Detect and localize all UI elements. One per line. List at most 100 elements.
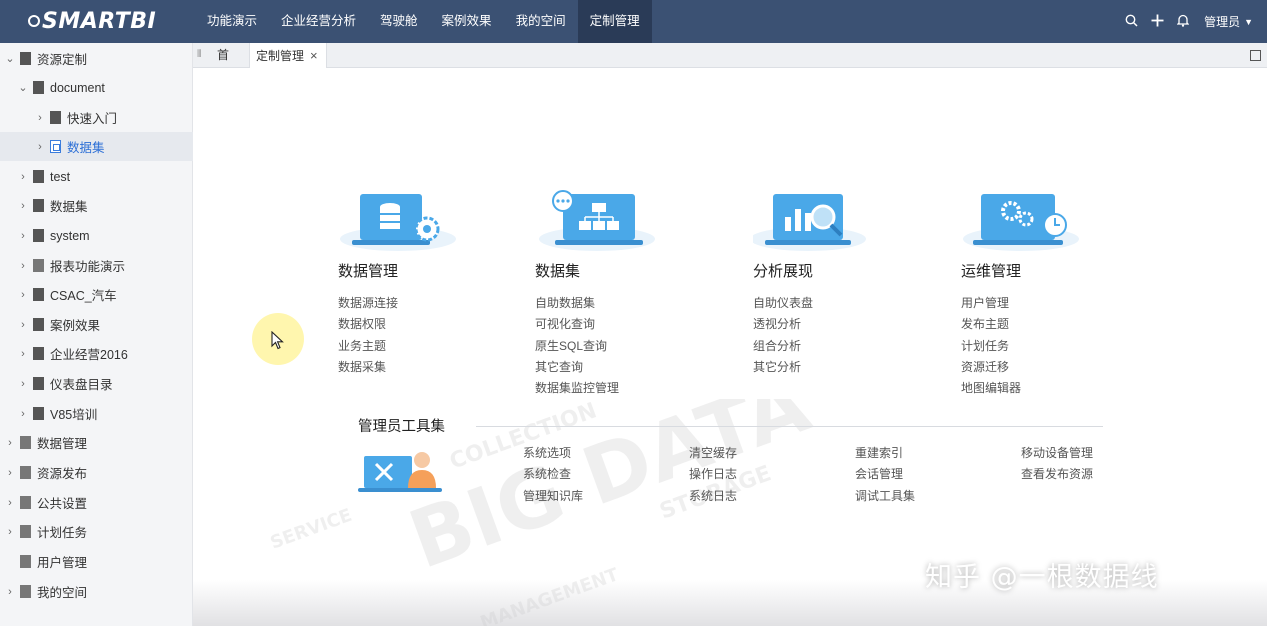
nav-item-feature-demo[interactable]: 功能演示: [195, 0, 269, 43]
logo-text: SMARTBI: [42, 8, 157, 34]
chevron-right-icon[interactable]: ›: [4, 467, 16, 479]
svg-text:SERVICE: SERVICE: [268, 505, 355, 554]
link-knowledge-base[interactable]: 管理知识库: [523, 486, 673, 507]
link-business-topic[interactable]: 业务主题: [338, 336, 478, 357]
tree-item-dataset[interactable]: › 数据集: [0, 191, 193, 220]
tree-item-label: 公共设置: [37, 497, 88, 511]
tree-item-business-2016[interactable]: › 企业经营2016: [0, 339, 193, 368]
nav-item-business-analysis[interactable]: 企业经营分析: [269, 0, 368, 43]
chevron-right-icon[interactable]: ›: [4, 497, 16, 509]
tree-item-label: 资源定制: [37, 53, 88, 67]
chevron-right-icon[interactable]: ›: [17, 408, 29, 420]
logo-mark-icon: [28, 15, 40, 27]
link-system-log[interactable]: 系统日志: [689, 486, 839, 507]
add-icon[interactable]: [1144, 14, 1170, 30]
link-resource-migration[interactable]: 资源迁移: [961, 357, 1101, 378]
admin-tools-column-4: 移动设备管理 查看发布资源: [1021, 443, 1171, 486]
tree-item-resource-publish[interactable]: › 资源发布: [0, 458, 193, 487]
tree-item-label: test: [50, 169, 71, 184]
tree-item-label: V85培训: [50, 408, 98, 422]
link-native-sql-query[interactable]: 原生SQL查询: [535, 336, 675, 357]
section-title: 数据集: [535, 263, 581, 280]
section-dataset: 数据集 自助数据集 可视化查询 原生SQL查询 其它查询 数据集监控管理: [535, 189, 675, 399]
chevron-down-icon[interactable]: ⌄: [4, 52, 16, 65]
link-mobile-device-management[interactable]: 移动设备管理: [1021, 443, 1171, 464]
database-gear-icon: [340, 194, 456, 251]
bell-icon[interactable]: [1170, 14, 1196, 30]
tree-item-quick-start[interactable]: › 快速入门: [0, 103, 193, 132]
tree-item-case-effects[interactable]: › 案例效果: [0, 310, 193, 339]
link-clear-cache[interactable]: 清空缓存: [689, 443, 839, 464]
folder-icon: [50, 111, 61, 124]
user-menu-label[interactable]: 管理员: [1196, 13, 1244, 30]
chevron-right-icon[interactable]: ›: [17, 200, 29, 212]
link-session-management[interactable]: 会话管理: [855, 464, 1005, 485]
link-other-analysis[interactable]: 其它分析: [753, 357, 893, 378]
chevron-right-icon[interactable]: ›: [17, 319, 29, 331]
tab-custom-management[interactable]: 定制管理 ×: [249, 43, 327, 68]
chevron-right-icon[interactable]: ›: [4, 437, 16, 449]
tab-grip-icon[interactable]: ⦀: [197, 49, 201, 60]
chevron-right-icon[interactable]: ›: [4, 586, 16, 598]
search-icon[interactable]: [1118, 14, 1144, 30]
link-visual-query[interactable]: 可视化查询: [535, 314, 675, 335]
chevron-right-icon[interactable]: ›: [17, 348, 29, 360]
section-data-management: 数据管理 数据源连接 数据权限 业务主题 数据采集: [338, 189, 478, 378]
tree-item-data-management[interactable]: › 数据管理: [0, 428, 193, 457]
link-data-collection[interactable]: 数据采集: [338, 357, 478, 378]
link-combined-analysis[interactable]: 组合分析: [753, 336, 893, 357]
nav-item-case-effects[interactable]: 案例效果: [430, 0, 504, 43]
link-self-service-dashboard[interactable]: 自助仪表盘: [753, 293, 893, 314]
nav-item-my-space[interactable]: 我的空间: [504, 0, 578, 43]
chevron-right-icon[interactable]: ›: [17, 378, 29, 390]
link-system-options[interactable]: 系统选项: [523, 443, 673, 464]
link-debug-tools[interactable]: 调试工具集: [855, 486, 1005, 507]
chevron-down-icon[interactable]: ⌄: [17, 81, 29, 94]
tree-item-dashboard-dir[interactable]: › 仪表盘目录: [0, 369, 193, 398]
chevron-down-icon[interactable]: ▼: [1244, 17, 1267, 27]
chevron-right-icon[interactable]: ›: [34, 112, 46, 124]
link-dataset-monitoring[interactable]: 数据集监控管理: [535, 378, 675, 399]
tree-item-my-space[interactable]: › 我的空间: [0, 577, 193, 606]
custom-management-panel: BIG DATA COLLECTION STORAGE SERVICE MANA…: [193, 69, 1267, 626]
top-right-tools: 管理员 ▼: [1118, 0, 1267, 43]
tab-home[interactable]: 首页: [211, 43, 245, 87]
link-rebuild-index[interactable]: 重建索引: [855, 443, 1005, 464]
nav-item-cockpit[interactable]: 驾驶舱: [368, 0, 430, 43]
link-scheduled-tasks[interactable]: 计划任务: [961, 336, 1101, 357]
chevron-right-icon[interactable]: ›: [17, 260, 29, 272]
chevron-right-icon[interactable]: ›: [34, 141, 46, 153]
link-user-management[interactable]: 用户管理: [961, 293, 1101, 314]
chevron-right-icon[interactable]: ›: [4, 526, 16, 538]
tree-item-document[interactable]: ⌄ document: [0, 73, 193, 102]
tree-item-report-demo[interactable]: › 报表功能演示: [0, 251, 193, 280]
tree-item-scheduled-tasks[interactable]: › 计划任务: [0, 517, 193, 546]
maximize-icon[interactable]: [1250, 50, 1261, 61]
folder-icon: [33, 407, 44, 420]
link-map-editor[interactable]: 地图编辑器: [961, 378, 1101, 399]
link-datasource-connection[interactable]: 数据源连接: [338, 293, 478, 314]
tree-item-resource-custom[interactable]: ⌄ 资源定制: [0, 44, 193, 73]
tree-item-label: 仪表盘目录: [50, 378, 113, 392]
chevron-right-icon[interactable]: ›: [17, 289, 29, 301]
link-pivot-analysis[interactable]: 透视分析: [753, 314, 893, 335]
chevron-right-icon[interactable]: ›: [17, 230, 29, 242]
link-view-published-resources[interactable]: 查看发布资源: [1021, 464, 1171, 485]
chevron-right-icon[interactable]: ›: [17, 171, 29, 183]
close-icon[interactable]: ×: [310, 48, 318, 63]
tree-item-test[interactable]: › test: [0, 162, 193, 191]
tree-item-csac-auto[interactable]: › CSAC_汽车: [0, 280, 193, 309]
tree-item-v85-training[interactable]: › V85培训: [0, 399, 193, 428]
tree-item-dataset-selected[interactable]: › 数据集: [0, 132, 193, 161]
link-other-query[interactable]: 其它查询: [535, 357, 675, 378]
nav-item-custom-management[interactable]: 定制管理: [577, 0, 652, 43]
link-self-service-dataset[interactable]: 自助数据集: [535, 293, 675, 314]
link-data-permission[interactable]: 数据权限: [338, 314, 478, 335]
smartbi-logo[interactable]: SMARTBI: [28, 8, 156, 34]
tree-item-public-settings[interactable]: › 公共设置: [0, 488, 193, 517]
link-publish-topic[interactable]: 发布主题: [961, 314, 1101, 335]
tree-item-system[interactable]: › system: [0, 221, 193, 250]
link-operation-log[interactable]: 操作日志: [689, 464, 839, 485]
link-system-check[interactable]: 系统检查: [523, 464, 673, 485]
tree-item-user-management[interactable]: 用户管理: [0, 547, 193, 576]
